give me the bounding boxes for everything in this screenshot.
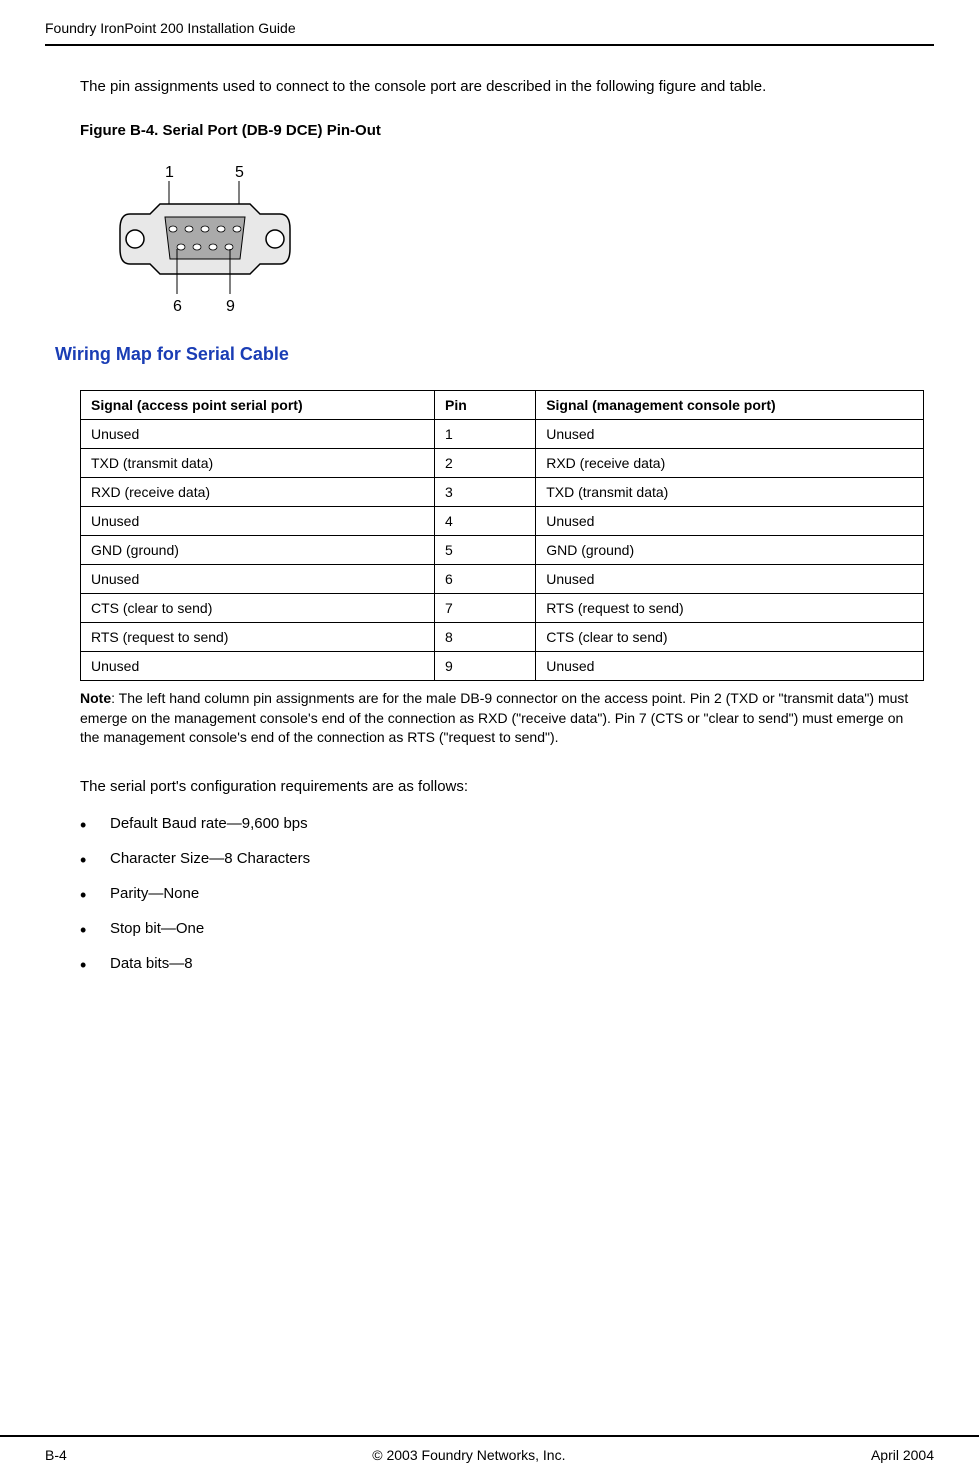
table-cell: RXD (receive data) xyxy=(81,478,435,507)
list-item: Default Baud rate—9,600 bps xyxy=(80,815,934,832)
note-label: Note xyxy=(80,690,111,706)
footer-copyright: © 2003 Foundry Networks, Inc. xyxy=(372,1447,565,1463)
table-cell: Unused xyxy=(81,565,435,594)
table-cell: 3 xyxy=(435,478,536,507)
table-note: Note: The left hand column pin assignmen… xyxy=(80,689,924,748)
pin-label-6: 6 xyxy=(173,298,182,315)
table-cell: Unused xyxy=(81,420,435,449)
figure-caption: Figure B-4. Serial Port (DB-9 DCE) Pin-O… xyxy=(80,122,934,139)
table-cell: Unused xyxy=(536,420,924,449)
table-cell: 7 xyxy=(435,594,536,623)
list-item: Parity—None xyxy=(80,885,934,902)
table-cell: TXD (transmit data) xyxy=(536,478,924,507)
table-row: GND (ground)5GND (ground) xyxy=(81,536,924,565)
db9-figure: 1 5 6 9 xyxy=(115,159,934,319)
table-header-col1: Signal (access point serial port) xyxy=(81,391,435,420)
pin-label-5: 5 xyxy=(235,164,244,181)
config-intro: The serial port's configuration requirem… xyxy=(80,778,934,795)
table-cell: 8 xyxy=(435,623,536,652)
wiring-map-table: Signal (access point serial port) Pin Si… xyxy=(80,390,924,681)
list-item: Stop bit—One xyxy=(80,920,934,937)
table-cell: CTS (clear to send) xyxy=(81,594,435,623)
table-cell: 1 xyxy=(435,420,536,449)
table-cell: Unused xyxy=(81,652,435,681)
table-row: Unused4Unused xyxy=(81,507,924,536)
table-row: CTS (clear to send)7RTS (request to send… xyxy=(81,594,924,623)
table-cell: Unused xyxy=(536,652,924,681)
table-header-row: Signal (access point serial port) Pin Si… xyxy=(81,391,924,420)
table-cell: GND (ground) xyxy=(536,536,924,565)
table-cell: 2 xyxy=(435,449,536,478)
table-row: RTS (request to send)8CTS (clear to send… xyxy=(81,623,924,652)
table-cell: GND (ground) xyxy=(81,536,435,565)
table-cell: Unused xyxy=(81,507,435,536)
table-row: TXD (transmit data)2RXD (receive data) xyxy=(81,449,924,478)
table-header-col3: Signal (management console port) xyxy=(536,391,924,420)
table-cell: 5 xyxy=(435,536,536,565)
table-cell: Unused xyxy=(536,565,924,594)
table-cell: 6 xyxy=(435,565,536,594)
table-cell: RXD (receive data) xyxy=(536,449,924,478)
table-cell: RTS (request to send) xyxy=(81,623,435,652)
db9-connector-diagram: 1 5 6 9 xyxy=(115,159,325,319)
table-row: Unused6Unused xyxy=(81,565,924,594)
table-cell: 9 xyxy=(435,652,536,681)
table-cell: RTS (request to send) xyxy=(536,594,924,623)
document-header: Foundry IronPoint 200 Installation Guide xyxy=(45,20,934,46)
table-row: RXD (receive data)3TXD (transmit data) xyxy=(81,478,924,507)
wiring-table-container: Signal (access point serial port) Pin Si… xyxy=(80,390,924,681)
table-cell: CTS (clear to send) xyxy=(536,623,924,652)
table-cell: Unused xyxy=(536,507,924,536)
table-row: Unused9Unused xyxy=(81,652,924,681)
pin-label-1: 1 xyxy=(165,164,174,181)
table-cell: TXD (transmit data) xyxy=(81,449,435,478)
page-footer: B-4 © 2003 Foundry Networks, Inc. April … xyxy=(0,1435,979,1463)
table-row: Unused1Unused xyxy=(81,420,924,449)
pin-label-9: 9 xyxy=(226,298,235,315)
footer-page-number: B-4 xyxy=(45,1447,67,1463)
table-header-col2: Pin xyxy=(435,391,536,420)
note-text: : The left hand column pin assignments a… xyxy=(80,690,908,745)
config-list: Default Baud rate—9,600 bps Character Siz… xyxy=(80,815,934,972)
list-item: Character Size—8 Characters xyxy=(80,850,934,867)
list-item: Data bits—8 xyxy=(80,955,934,972)
intro-paragraph: The pin assignments used to connect to t… xyxy=(80,76,934,97)
table-cell: 4 xyxy=(435,507,536,536)
section-heading: Wiring Map for Serial Cable xyxy=(55,344,934,365)
footer-date: April 2004 xyxy=(871,1447,934,1463)
